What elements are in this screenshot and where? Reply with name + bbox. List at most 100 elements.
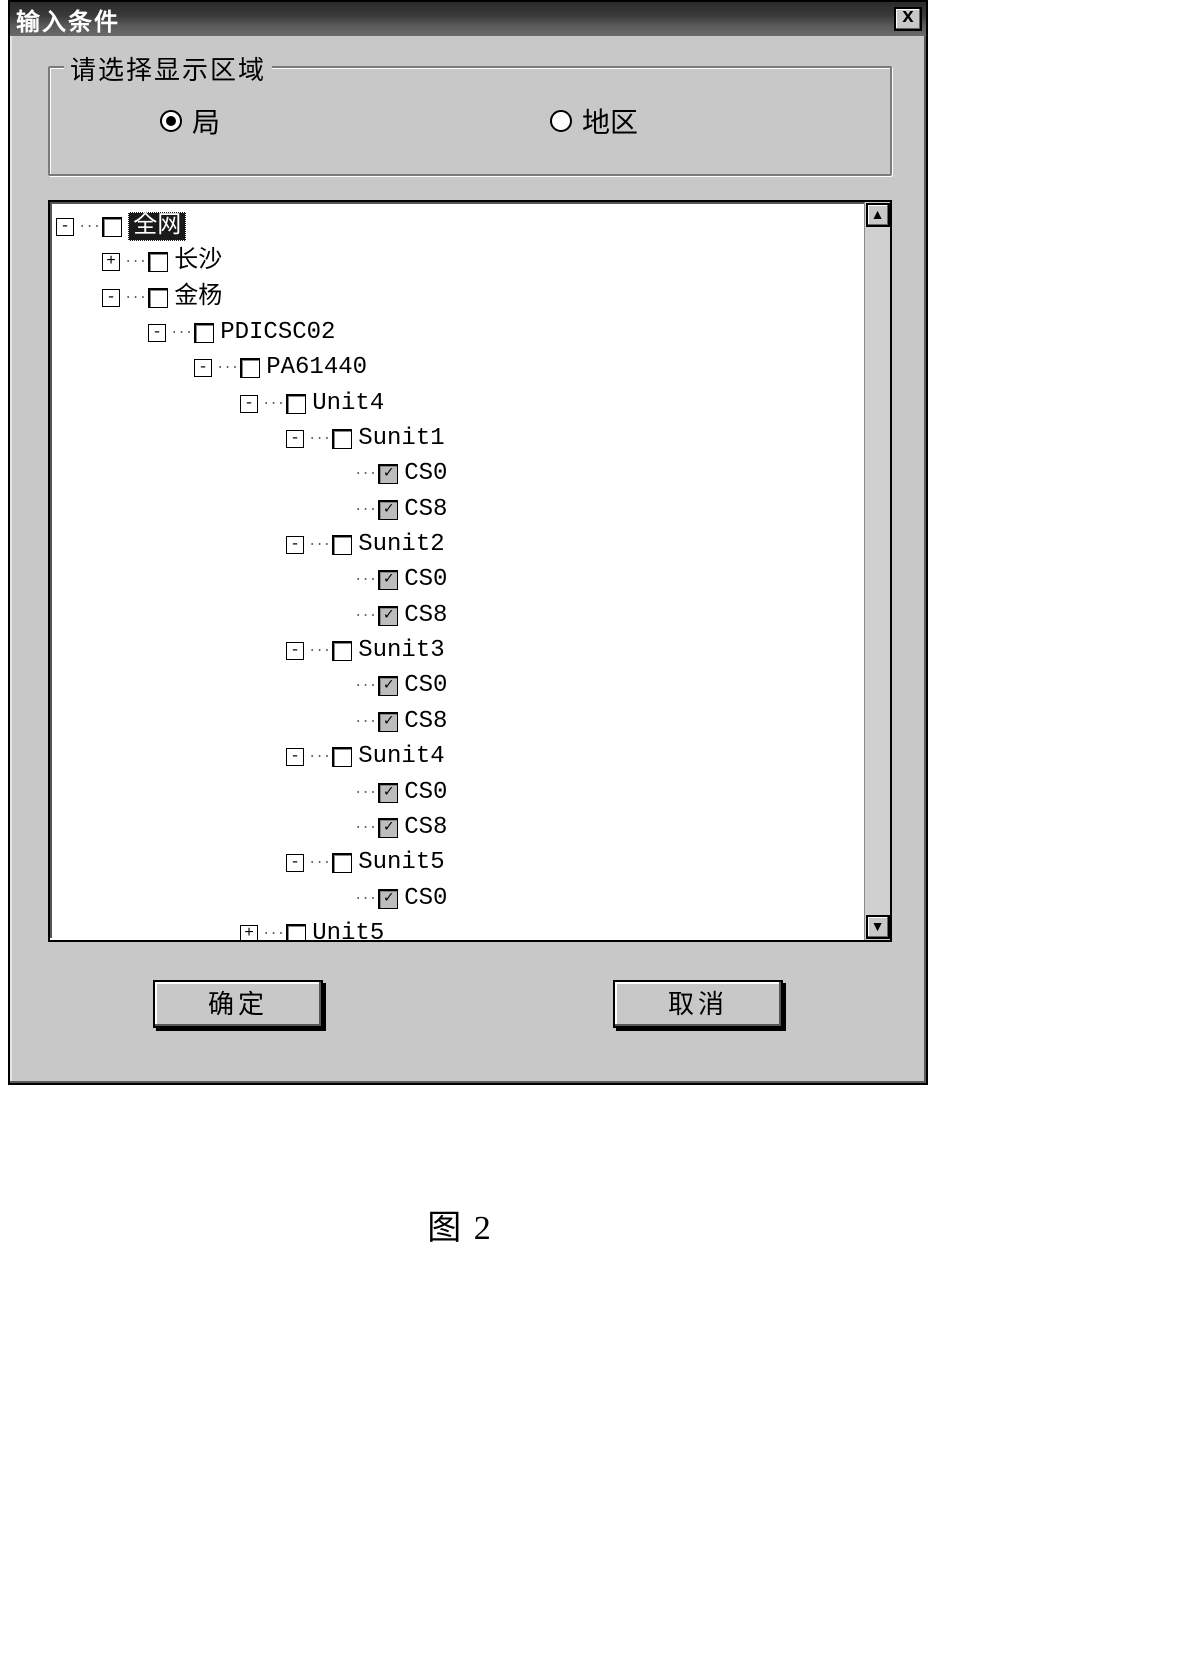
radio-icon[interactable] [550, 110, 572, 132]
collapse-icon[interactable]: - [286, 642, 304, 660]
leaf-icon [332, 607, 350, 625]
expand-icon[interactable]: + [102, 253, 120, 271]
checkbox-icon[interactable] [332, 535, 352, 555]
radio-icon[interactable] [160, 110, 182, 132]
collapse-icon[interactable]: - [56, 218, 74, 236]
checkbox-icon[interactable] [332, 641, 352, 661]
collapse-icon[interactable]: - [286, 748, 304, 766]
leaf-icon [332, 677, 350, 695]
tree-node[interactable]: ···CS8 [56, 705, 858, 740]
tree-node-label[interactable]: Sunit1 [358, 425, 444, 452]
leaf-icon [332, 571, 350, 589]
tree-node[interactable]: ···CS8 [56, 811, 858, 846]
tree-node[interactable]: -···金杨 [56, 281, 858, 316]
checkbox-icon[interactable] [148, 252, 168, 272]
radio-option-1[interactable]: 地区 [550, 101, 638, 141]
tree-node-label[interactable]: CS0 [404, 885, 447, 912]
tree-panel: -···全网+···长沙-···金杨-···PDICSC02-···PA6144… [48, 200, 892, 942]
tree-node[interactable]: -···Sunit3 [56, 634, 858, 669]
tree-node[interactable]: +···长沙 [56, 245, 858, 280]
leaf-icon [332, 890, 350, 908]
tree-node[interactable]: -···全网 [56, 210, 858, 245]
checkbox-icon[interactable] [378, 889, 398, 909]
scroll-down-icon[interactable]: ▼ [866, 915, 890, 939]
tree-node[interactable]: -···PDICSC02 [56, 316, 858, 351]
checkbox-icon[interactable] [102, 217, 122, 237]
tree-node-label[interactable]: Unit4 [312, 390, 384, 417]
checkbox-icon[interactable] [378, 818, 398, 838]
checkbox-icon[interactable] [332, 853, 352, 873]
tree-node-label[interactable]: CS0 [404, 672, 447, 699]
titlebar[interactable]: 输入条件 x [10, 2, 926, 36]
checkbox-icon[interactable] [378, 606, 398, 626]
tree-node[interactable]: ···CS0 [56, 776, 858, 811]
collapse-icon[interactable]: - [194, 359, 212, 377]
checkbox-icon[interactable] [378, 712, 398, 732]
tree-node-label[interactable]: Sunit4 [358, 743, 444, 770]
leaf-icon [332, 819, 350, 837]
collapse-icon[interactable]: - [240, 395, 258, 413]
tree-node[interactable]: ···CS8 [56, 493, 858, 528]
checkbox-icon[interactable] [194, 323, 214, 343]
tree-node[interactable]: ···CS0 [56, 457, 858, 492]
tree-node-label[interactable]: CS8 [404, 708, 447, 735]
tree-view[interactable]: -···全网+···长沙-···金杨-···PDICSC02-···PA6144… [50, 202, 864, 940]
collapse-icon[interactable]: - [286, 536, 304, 554]
tree-node[interactable]: ···CS0 [56, 882, 858, 917]
checkbox-icon[interactable] [332, 747, 352, 767]
dialog-window: 输入条件 x 请选择显示区域 局地区 -···全网+···长沙-···金杨-··… [8, 0, 928, 1085]
tree-node[interactable]: -···Sunit5 [56, 846, 858, 881]
ok-button[interactable]: 确定 [153, 980, 323, 1028]
checkbox-icon[interactable] [240, 358, 260, 378]
tree-node[interactable]: -···Sunit4 [56, 740, 858, 775]
tree-node-label[interactable]: CS8 [404, 496, 447, 523]
tree-node-label[interactable]: 金杨 [174, 284, 222, 311]
scroll-up-icon[interactable]: ▲ [866, 203, 890, 227]
figure-caption: 图 2 [0, 1200, 920, 1249]
leaf-icon [332, 501, 350, 519]
vertical-scrollbar[interactable]: ▲ ▼ [864, 202, 890, 940]
collapse-icon[interactable]: - [286, 854, 304, 872]
tree-node[interactable]: ···CS0 [56, 563, 858, 598]
tree-node-label[interactable]: PDICSC02 [220, 319, 335, 346]
tree-node[interactable]: -···PA61440 [56, 351, 858, 386]
collapse-icon[interactable]: - [102, 289, 120, 307]
checkbox-icon[interactable] [148, 288, 168, 308]
tree-node[interactable]: +···Unit5 [56, 917, 858, 940]
collapse-icon[interactable]: - [286, 430, 304, 448]
tree-node-label[interactable]: CS8 [404, 814, 447, 841]
leaf-icon [332, 713, 350, 731]
tree-node[interactable]: -···Sunit2 [56, 528, 858, 563]
tree-node-label[interactable]: 全网 [128, 212, 186, 241]
tree-node-label[interactable]: Sunit3 [358, 637, 444, 664]
leaf-icon [332, 465, 350, 483]
checkbox-icon[interactable] [286, 924, 306, 940]
close-icon[interactable]: x [894, 7, 922, 31]
tree-node-label[interactable]: CS0 [404, 779, 447, 806]
tree-node-label[interactable]: Sunit5 [358, 849, 444, 876]
checkbox-icon[interactable] [378, 570, 398, 590]
leaf-icon [332, 784, 350, 802]
checkbox-icon[interactable] [378, 500, 398, 520]
expand-icon[interactable]: + [240, 925, 258, 940]
checkbox-icon[interactable] [332, 429, 352, 449]
cancel-button[interactable]: 取消 [613, 980, 783, 1028]
tree-node-label[interactable]: CS0 [404, 566, 447, 593]
checkbox-icon[interactable] [378, 783, 398, 803]
tree-node[interactable]: ···CS0 [56, 669, 858, 704]
checkbox-icon[interactable] [378, 676, 398, 696]
tree-node-label[interactable]: 长沙 [174, 248, 222, 275]
radio-label: 局 [192, 101, 220, 141]
tree-node-label[interactable]: PA61440 [266, 354, 367, 381]
tree-node-label[interactable]: CS8 [404, 602, 447, 629]
tree-node-label[interactable]: Sunit2 [358, 531, 444, 558]
checkbox-icon[interactable] [378, 464, 398, 484]
tree-node[interactable]: -···Sunit1 [56, 422, 858, 457]
collapse-icon[interactable]: - [148, 324, 166, 342]
tree-node[interactable]: -···Unit4 [56, 387, 858, 422]
tree-node-label[interactable]: Unit5 [312, 920, 384, 940]
tree-node-label[interactable]: CS0 [404, 460, 447, 487]
checkbox-icon[interactable] [286, 394, 306, 414]
radio-option-0[interactable]: 局 [160, 101, 220, 141]
tree-node[interactable]: ···CS8 [56, 599, 858, 634]
